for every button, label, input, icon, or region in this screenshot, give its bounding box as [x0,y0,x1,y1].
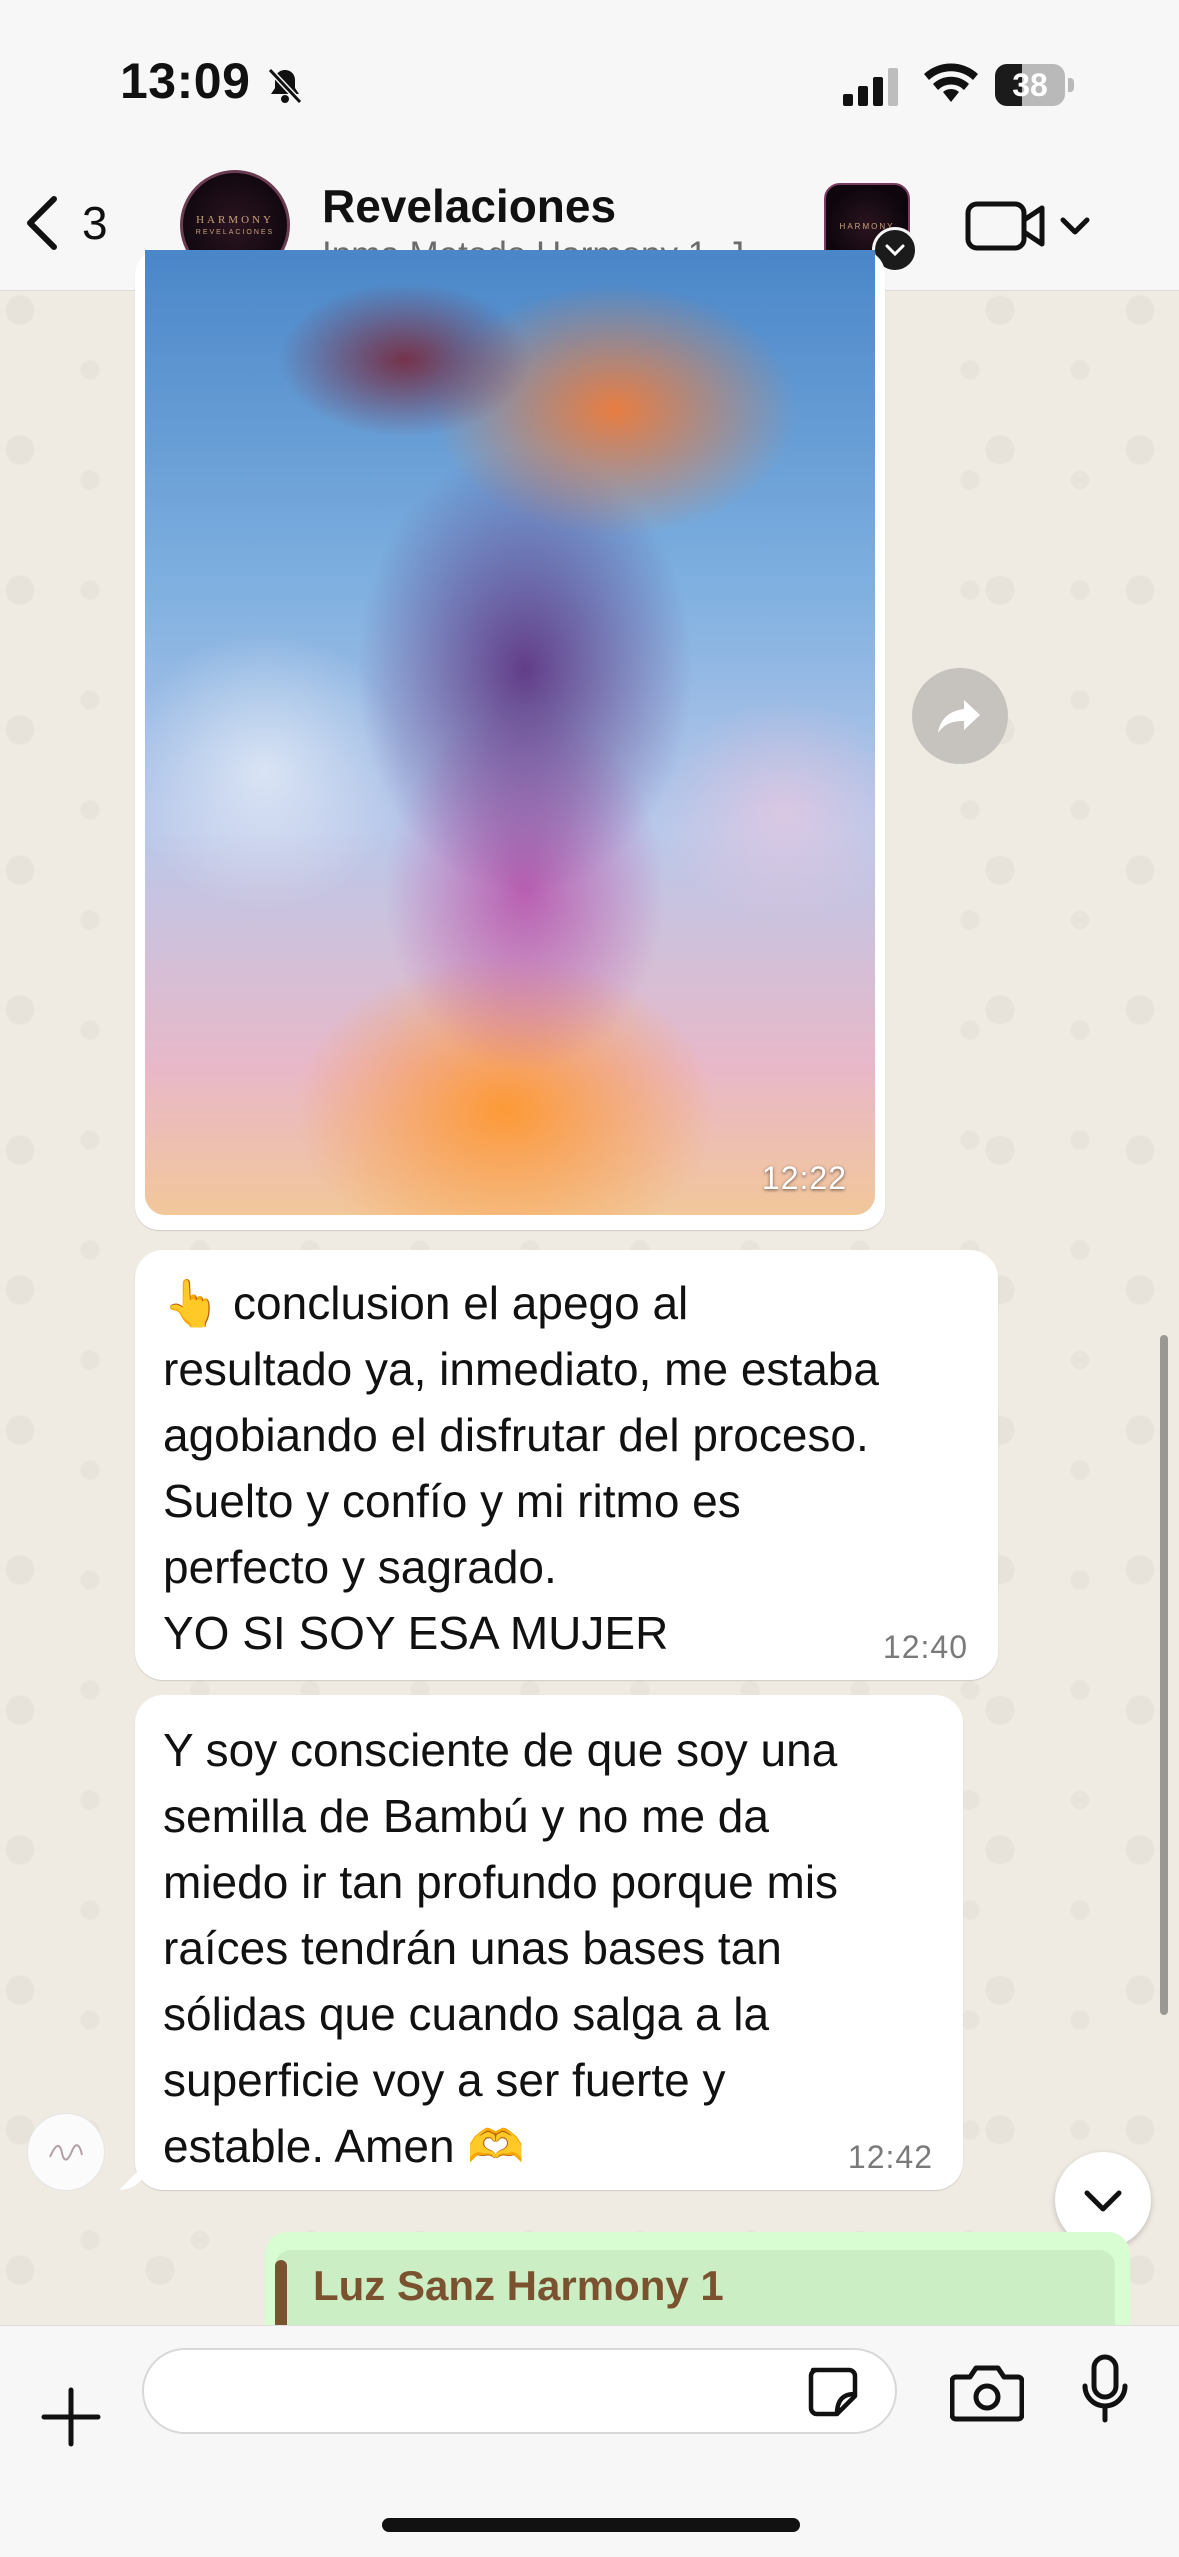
battery-percent: 38 [1012,67,1048,103]
quoted-sender-name: Luz Sanz Harmony 1 [313,2262,724,2309]
home-indicator[interactable] [382,2518,800,2532]
chevron-left-icon [27,196,57,250]
status-bar: 13:09 38 [0,0,1179,165]
chevron-down-icon [1084,2190,1122,2212]
silent-bell-icon [267,67,303,105]
unread-count: 3 [82,197,108,249]
scrollbar[interactable] [1160,1335,1168,2015]
plus-icon[interactable] [40,2386,102,2448]
status-time: 13:09 [120,53,251,109]
heart-hands-emoji: 🫶 [467,2120,525,2172]
wifi-icon [924,63,978,102]
forward-button[interactable] [912,668,1008,764]
sticker-icon[interactable] [805,2364,861,2420]
image-message[interactable]: 12:22 [135,250,885,1230]
battery-icon: 38 [995,64,1075,106]
forward-arrow-icon [938,700,980,733]
message-bubble[interactable]: Y soy consciente de que soy una semilla … [135,1695,963,2190]
message-text: 👆 conclusion el apego al resultado ya, i… [163,1270,970,1666]
microphone-icon[interactable] [1080,2354,1130,2426]
message-time: 12:40 [882,1629,968,1665]
message-input[interactable] [142,2348,897,2434]
video-call-button[interactable] [965,198,1093,254]
message-time: 12:22 [761,1160,847,1196]
message-bubble[interactable]: 👆 conclusion el apego al resultado ya, i… [135,1250,998,1680]
message-text: Y soy consciente de que soy una semilla … [163,1717,935,2179]
video-camera-icon [965,201,1045,251]
camera-icon[interactable] [950,2363,1024,2423]
back-button[interactable]: 3 [22,193,108,253]
pointing-up-emoji: 👆 [163,1277,221,1329]
message-time: 12:42 [847,2139,933,2175]
phoenix-image[interactable]: 12:22 [145,250,875,1215]
chevron-down-icon [1060,217,1090,235]
sender-avatar[interactable] [27,2113,105,2191]
chat-title[interactable]: Revelaciones [322,179,616,233]
cellular-signal-icon [843,68,898,106]
